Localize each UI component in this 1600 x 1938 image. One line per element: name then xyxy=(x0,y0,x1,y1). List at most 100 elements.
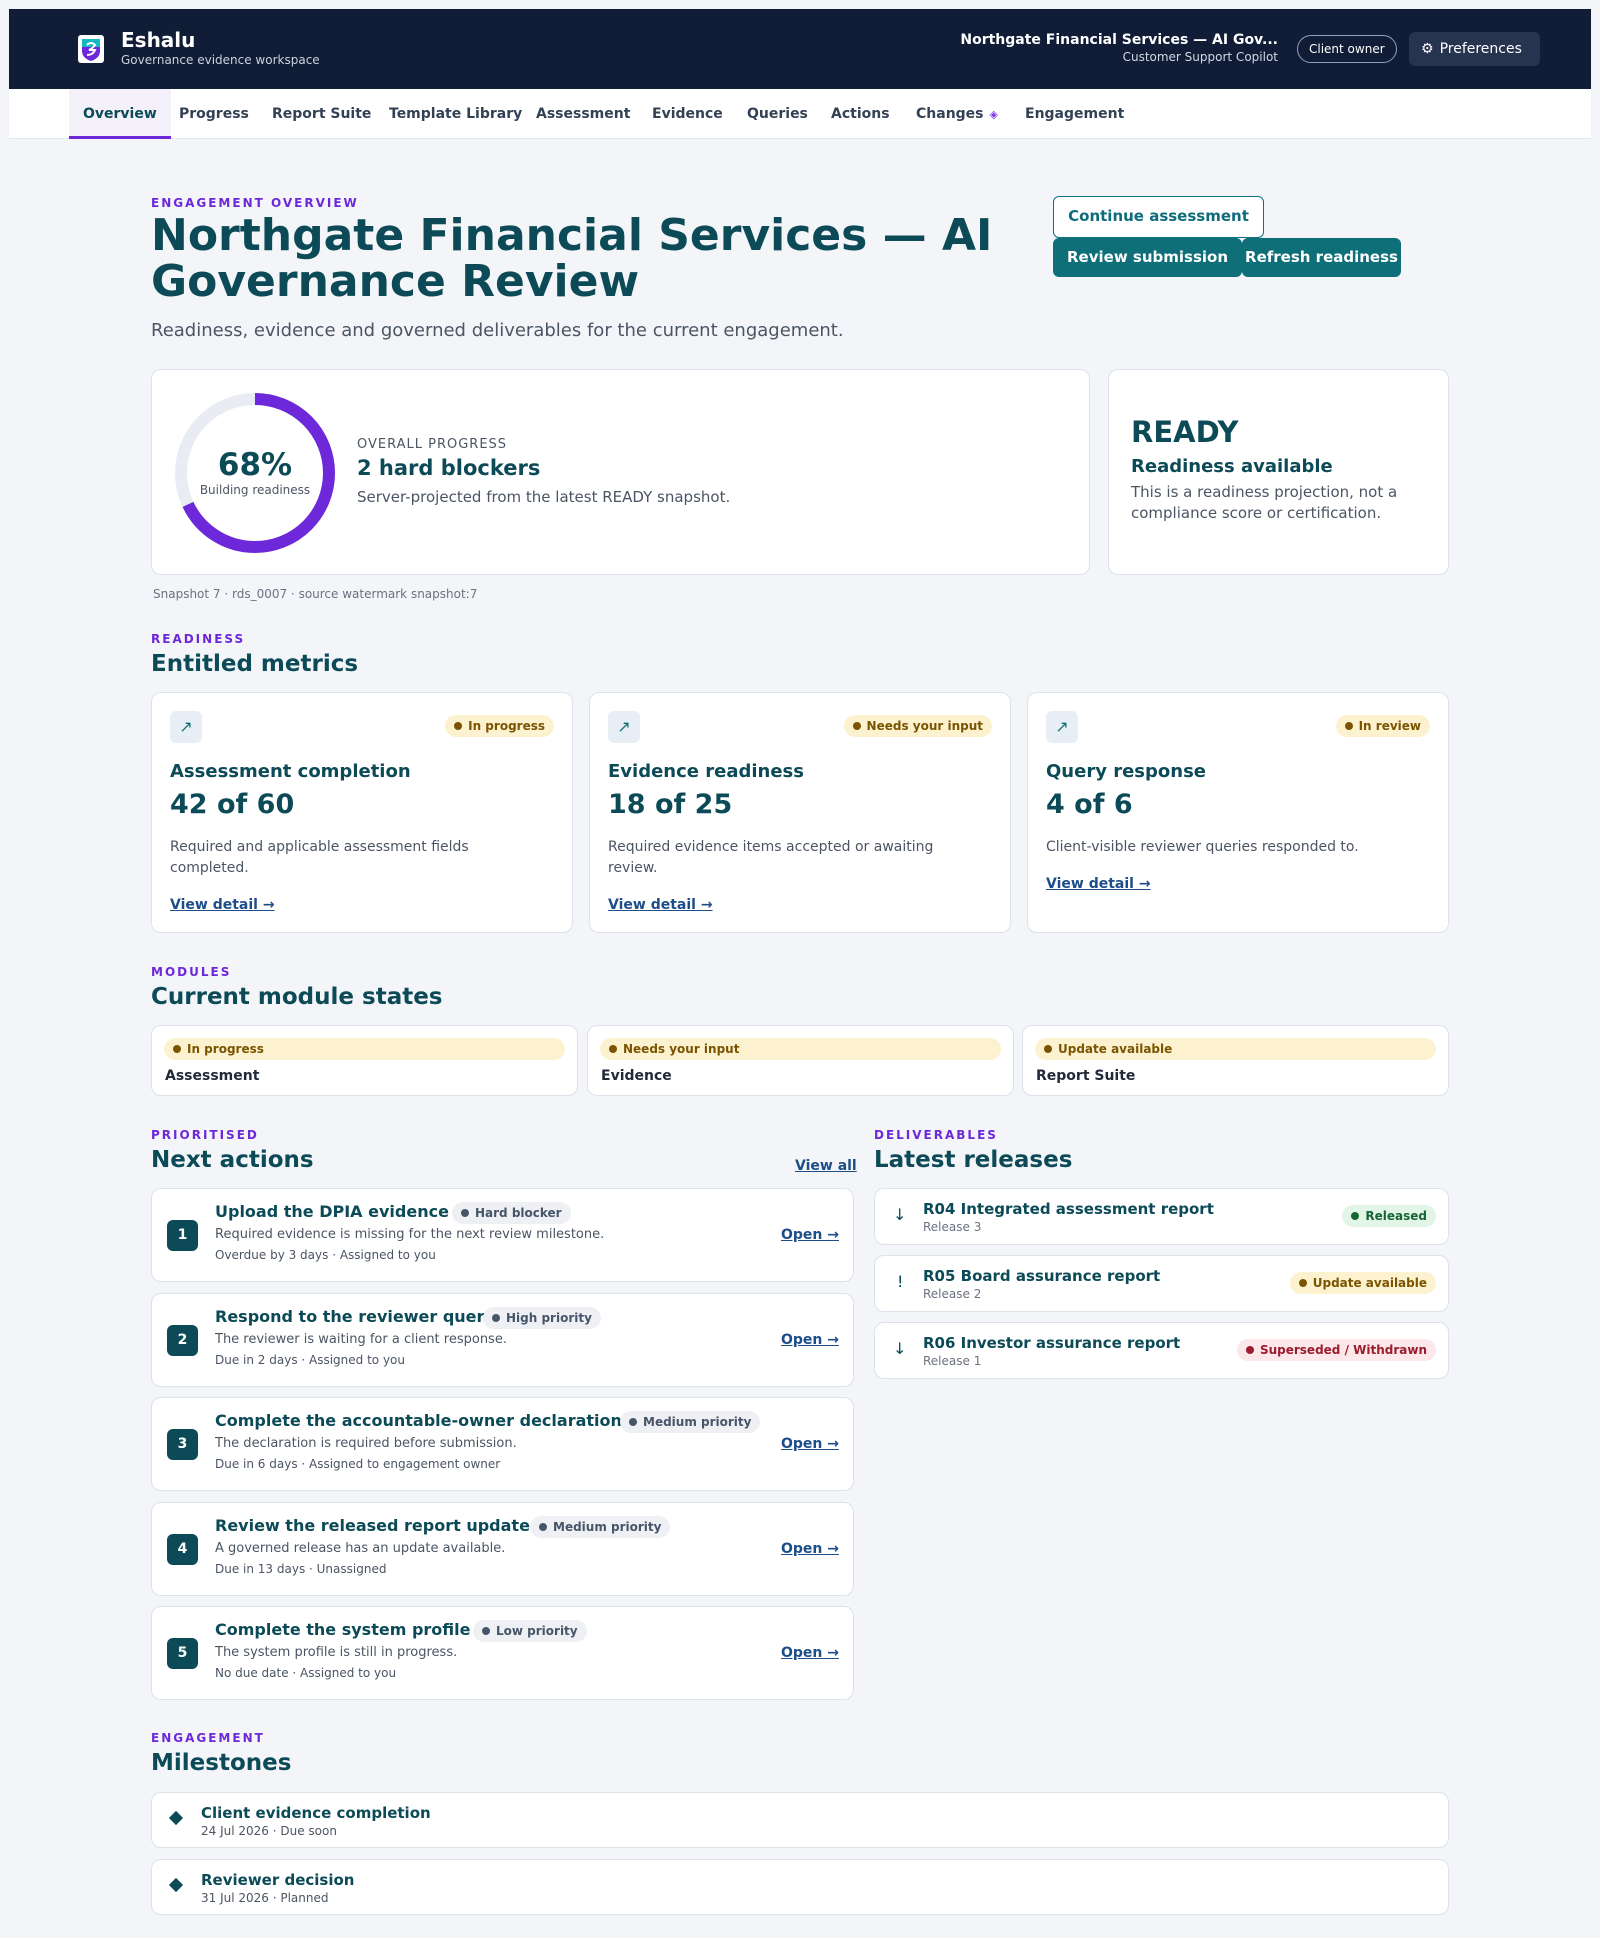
tab-template-library[interactable]: Template Library xyxy=(389,89,522,139)
tab-actions[interactable]: Actions xyxy=(831,89,890,139)
action-description: A governed release has an update availab… xyxy=(215,1541,506,1556)
action-title: Complete the accountable-owner declarati… xyxy=(215,1411,622,1430)
release-title: R04 Integrated assessment report xyxy=(923,1200,1214,1218)
status-badge: In progress xyxy=(445,715,554,737)
metric-title: Assessment completion xyxy=(170,761,411,782)
module-name: Evidence xyxy=(601,1068,672,1084)
view-detail-link[interactable]: View detail → xyxy=(1046,876,1151,892)
action-number: 1 xyxy=(167,1220,198,1251)
download-icon: ↓ xyxy=(893,1339,907,1358)
action-item-1[interactable]: 1 Upload the DPIA evidence Hard blocker … xyxy=(151,1188,854,1282)
tab-queries[interactable]: Queries xyxy=(747,89,808,139)
action-description: The system profile is still in progress. xyxy=(215,1645,458,1660)
open-action-link[interactable]: Open → xyxy=(781,1227,839,1243)
action-meta: Due in 2 days · Assigned to you xyxy=(215,1353,406,1367)
brand-tagline: Governance evidence workspace xyxy=(121,53,320,67)
entitled-metrics-heading: Entitled metrics xyxy=(151,651,359,677)
action-item-2[interactable]: 2 Respond to the reviewer query High pri… xyxy=(151,1293,854,1387)
module-name: Report Suite xyxy=(1036,1068,1136,1084)
release-number: Release 3 xyxy=(923,1220,982,1234)
module-card-report-suite[interactable]: Update available Report Suite xyxy=(1022,1025,1449,1096)
milestone-item-1[interactable]: Client evidence completion 24 Jul 2026 ·… xyxy=(151,1792,1449,1848)
download-icon: ↓ xyxy=(893,1205,907,1224)
latest-releases-heading: Latest releases xyxy=(874,1147,1073,1173)
open-action-link[interactable]: Open → xyxy=(781,1541,839,1557)
release-title: R05 Board assurance report xyxy=(923,1267,1161,1285)
engagement-eyebrow: ENGAGEMENT xyxy=(151,1731,265,1745)
review-submission-button[interactable]: Review submission xyxy=(1053,238,1242,277)
status-badge: Update available xyxy=(1035,1038,1436,1060)
metric-title: Evidence readiness xyxy=(608,761,804,782)
next-actions-heading: Next actions xyxy=(151,1147,314,1173)
module-states-heading: Current module states xyxy=(151,984,443,1010)
metric-card-evidence: ↗ Needs your input Evidence readiness 18… xyxy=(589,692,1011,933)
brand-name[interactable]: Eshalu xyxy=(121,28,195,52)
metric-card-queries: ↗ In review Query response 4 of 6 Client… xyxy=(1027,692,1449,933)
action-item-3[interactable]: 3 Complete the accountable-owner declara… xyxy=(151,1397,854,1491)
metric-value: 42 of 60 xyxy=(170,789,295,820)
action-description: The declaration is required before submi… xyxy=(215,1436,517,1451)
preferences-label: Preferences xyxy=(1439,41,1522,57)
hard-blockers-count: 2 hard blockers xyxy=(357,456,541,480)
refresh-readiness-button[interactable]: Refresh readiness xyxy=(1242,238,1401,277)
snapshot-watermark: Snapshot 7 · rds_0007 · source watermark… xyxy=(153,587,478,601)
continue-assessment-button[interactable]: Continue assessment xyxy=(1053,196,1264,238)
priority-badge: Hard blocker xyxy=(452,1202,571,1224)
status-badge: Needs your input xyxy=(843,715,992,737)
tab-overview[interactable]: Overview xyxy=(69,89,171,139)
tab-assessment[interactable]: Assessment xyxy=(536,89,630,139)
action-number: 4 xyxy=(167,1534,198,1565)
status-badge: In review xyxy=(1335,715,1430,737)
milestone-item-2[interactable]: Reviewer decision 31 Jul 2026 · Planned xyxy=(151,1859,1449,1915)
tab-progress[interactable]: Progress xyxy=(179,89,249,139)
release-item-r05[interactable]: ! R05 Board assurance report Release 2 U… xyxy=(874,1255,1449,1312)
engagement-title[interactable]: Northgate Financial Services — AI Gov... xyxy=(960,32,1278,48)
alert-icon: ! xyxy=(897,1272,904,1291)
action-number: 5 xyxy=(167,1638,198,1669)
role-badge: Client owner xyxy=(1297,35,1397,63)
action-item-4[interactable]: 4 Review the released report update Medi… xyxy=(151,1502,854,1596)
readiness-state: READY xyxy=(1131,415,1239,449)
view-detail-link[interactable]: View detail → xyxy=(170,897,275,913)
metric-card-assessment: ↗ In progress Assessment completion 42 o… xyxy=(151,692,573,933)
release-item-r06[interactable]: ↓ R06 Investor assurance report Release … xyxy=(874,1322,1449,1379)
prioritised-eyebrow: PRIORITISED xyxy=(151,1128,259,1142)
action-title: Complete the system profile xyxy=(215,1620,471,1639)
action-number: 3 xyxy=(167,1429,198,1460)
metric-description: Client-visible reviewer queries responde… xyxy=(1046,839,1359,855)
gear-icon: ⚙ xyxy=(1421,41,1434,57)
view-detail-link[interactable]: View detail → xyxy=(608,897,713,913)
readiness-description: This is a readiness projection, not a co… xyxy=(1131,483,1398,522)
open-action-link[interactable]: Open → xyxy=(781,1332,839,1348)
action-meta: Due in 6 days · Assigned to engagement o… xyxy=(215,1457,501,1471)
metric-value: 4 of 6 xyxy=(1046,789,1133,820)
release-status-badge: Update available xyxy=(1289,1272,1436,1294)
preferences-button[interactable]: ⚙ Preferences xyxy=(1409,32,1540,66)
action-number: 2 xyxy=(167,1325,198,1356)
module-card-evidence[interactable]: Needs your input Evidence xyxy=(587,1025,1014,1096)
release-item-r04[interactable]: ↓ R04 Integrated assessment report Relea… xyxy=(874,1188,1449,1245)
readiness-eyebrow: READINESS xyxy=(151,632,246,646)
changes-indicator-icon: ◈ xyxy=(989,108,998,121)
eshalu-logo-icon[interactable] xyxy=(78,35,104,63)
modules-eyebrow: MODULES xyxy=(151,965,232,979)
tab-engagement[interactable]: Engagement xyxy=(1025,89,1124,139)
action-title: Upload the DPIA evidence xyxy=(215,1202,449,1221)
open-action-link[interactable]: Open → xyxy=(781,1436,839,1452)
action-description: Required evidence is missing for the nex… xyxy=(215,1227,605,1242)
module-card-assessment[interactable]: In progress Assessment xyxy=(151,1025,578,1096)
view-all-actions-link[interactable]: View all xyxy=(795,1158,857,1174)
action-item-5[interactable]: 5 Complete the system profile Low priori… xyxy=(151,1606,854,1700)
trend-up-icon: ↗ xyxy=(608,711,640,743)
tab-evidence[interactable]: Evidence xyxy=(652,89,723,139)
release-status-badge: Superseded / Withdrawn xyxy=(1236,1339,1436,1361)
release-number: Release 1 xyxy=(923,1354,982,1368)
module-name: Assessment xyxy=(165,1068,260,1084)
diamond-icon xyxy=(168,1810,184,1826)
open-action-link[interactable]: Open → xyxy=(781,1645,839,1661)
overview-eyebrow: ENGAGEMENT OVERVIEW xyxy=(151,196,359,210)
action-meta: No due date · Assigned to you xyxy=(215,1666,397,1680)
tab-changes[interactable]: Changes ◈ xyxy=(916,89,998,139)
tab-report-suite[interactable]: Report Suite xyxy=(272,89,371,139)
action-title: Review the released report update xyxy=(215,1516,530,1535)
